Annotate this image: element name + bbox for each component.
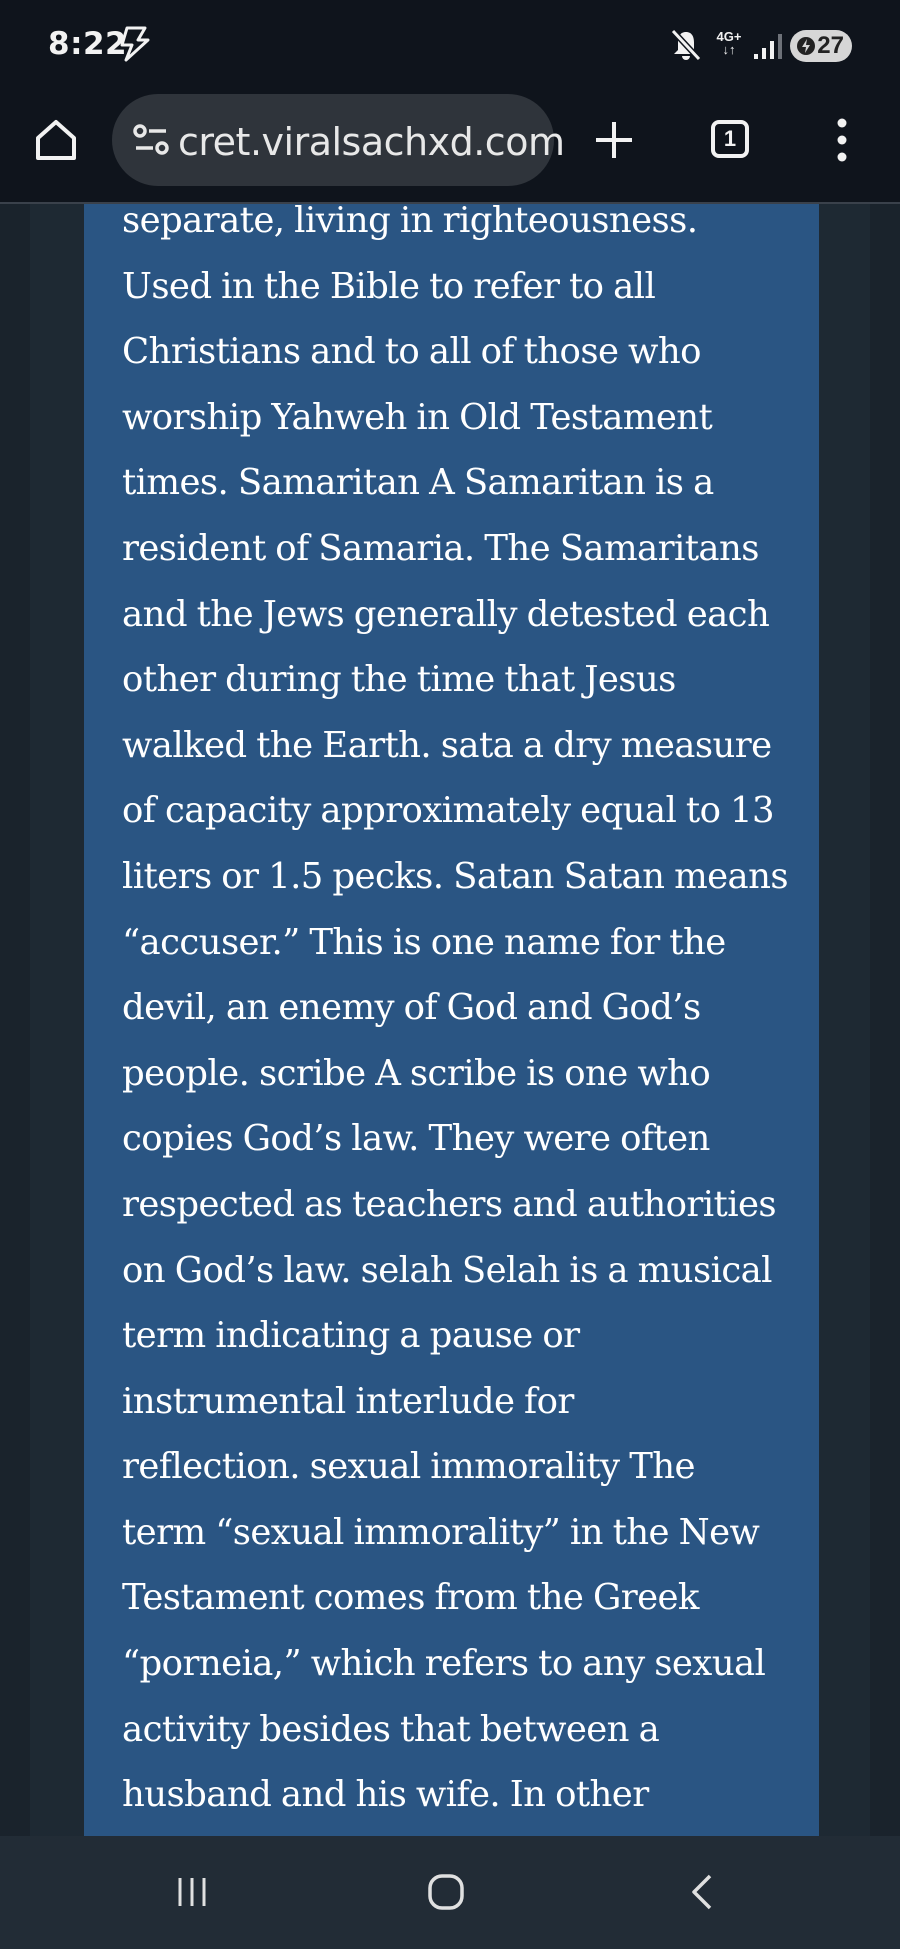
recent-apps-icon[interactable] — [172, 1872, 212, 1912]
article-line: activity besides that between a — [122, 1708, 660, 1750]
article-line: term “sexual immorality” in the New — [122, 1511, 760, 1553]
system-nav-bar — [0, 1836, 900, 1949]
article-line: and the Jews generally detested each — [122, 593, 770, 635]
article-line: instrumental interlude for — [122, 1380, 574, 1422]
tab-count: 1 — [723, 126, 737, 151]
status-bar: 8:22 4G+ ↓↑ 27 — [0, 0, 900, 92]
article-line: Christians and to all of those who — [122, 331, 701, 373]
article-line: Used in the Bible to refer to all — [122, 265, 656, 307]
article-line: copies God’s law. They were often — [122, 1118, 710, 1160]
network-activity: ↓↑ — [722, 42, 736, 57]
article-line: liters or 1.5 pecks. Satan Satan means — [122, 855, 789, 897]
article-line: of capacity approximately equal to 13 — [122, 790, 775, 832]
more-vert-icon[interactable] — [830, 116, 854, 164]
article-line: respected as teachers and authorities — [122, 1183, 777, 1225]
flash-icon — [120, 26, 150, 62]
article-card: separate, living in righteousness. Used … — [84, 204, 819, 1836]
article-line: reflection. sexual immorality The — [122, 1446, 696, 1488]
tabs-icon[interactable]: 1 — [711, 120, 749, 158]
article-line: on God’s law. selah Selah is a musical — [122, 1249, 773, 1291]
article-line: devil, an enemy of God and God’s — [122, 987, 701, 1029]
tune-icon[interactable] — [132, 122, 170, 158]
mute-icon — [670, 28, 702, 62]
web-page[interactable]: separate, living in righteousness. Used … — [0, 204, 900, 1836]
plus-icon[interactable] — [592, 118, 636, 162]
page-gutter-left — [0, 204, 30, 1836]
article-line: resident of Samaria. The Samaritans — [122, 527, 759, 569]
status-time: 8:22 — [48, 26, 128, 62]
page-gutter-right — [870, 204, 900, 1836]
back-icon[interactable] — [682, 1872, 722, 1912]
url-text[interactable]: cret.viralsachxd.com — [178, 120, 565, 164]
network-type: 4G+ ↓↑ — [714, 30, 744, 56]
battery-saver-icon — [797, 37, 815, 55]
article-line: worship Yahweh in Old Testament — [122, 396, 713, 438]
article-line: husband and his wife. In other — [122, 1774, 649, 1816]
article-line: times. Samaritan A Samaritan is a — [122, 462, 714, 504]
article-line: separate, living in righteousness. — [122, 204, 698, 241]
article-line: “accuser.” This is one name for the — [122, 921, 726, 963]
url-bar[interactable]: cret.viralsachxd.com — [112, 94, 565, 186]
home-circle-icon[interactable] — [426, 1872, 466, 1912]
article-line: people. scribe A scribe is one who — [122, 1052, 711, 1094]
signal-icon — [754, 34, 782, 59]
browser-toolbar: cret.viralsachxd.com 1 — [0, 92, 900, 204]
home-icon[interactable] — [34, 118, 78, 162]
battery-level: 27 — [817, 32, 844, 59]
battery-indicator: 27 — [790, 30, 852, 62]
article-line: walked the Earth. sata a dry measure — [122, 724, 772, 766]
article-line: other during the time that Jesus — [122, 659, 676, 701]
article-line: term indicating a pause or — [122, 1315, 580, 1357]
article-text: separate, living in righteousness. Used … — [122, 204, 812, 1828]
article-line: Testament comes from the Greek — [122, 1577, 699, 1619]
article-line: “porneia,” which refers to any sexual — [122, 1643, 766, 1685]
